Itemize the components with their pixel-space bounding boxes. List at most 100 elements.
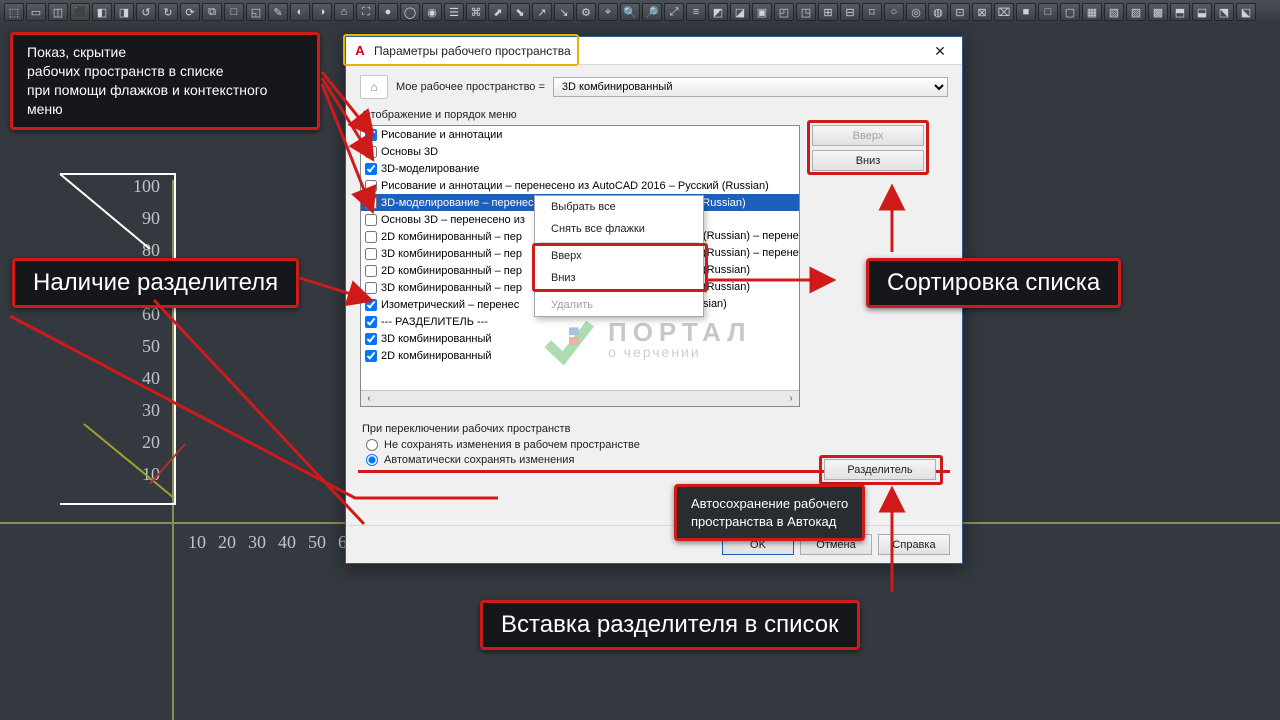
toolbar-button[interactable]: ⚙ — [576, 3, 596, 21]
toolbar-button[interactable]: ↻ — [158, 3, 178, 21]
workspace-checkbox[interactable] — [365, 265, 377, 277]
workspace-list-item[interactable]: 3D-моделирование — [361, 160, 799, 177]
callout-autosave: Автосохранение рабочего пространства в А… — [674, 484, 865, 541]
toolbar-button[interactable]: ◨ — [114, 3, 134, 21]
dialog-titlebar[interactable]: A Параметры рабочего пространства ✕ — [346, 37, 962, 65]
move-up-button[interactable]: Вверх — [812, 125, 924, 146]
toolbar-button[interactable]: ⌑ — [862, 3, 882, 21]
toolbar-button[interactable]: □ — [224, 3, 244, 21]
workspace-checkbox[interactable] — [365, 146, 377, 158]
y-axis-tick: 20 — [110, 432, 160, 453]
y-axis-tick: 50 — [110, 336, 160, 357]
toolbar-button[interactable]: ⬔ — [1214, 3, 1234, 21]
workspace-checkbox[interactable] — [365, 333, 377, 345]
toolbar-button[interactable]: ▧ — [1104, 3, 1124, 21]
toolbar-button[interactable]: ⌘ — [466, 3, 486, 21]
toolbar-button[interactable]: ⌂ — [334, 3, 354, 21]
workspace-list-item[interactable]: 2D комбинированный — [361, 347, 799, 364]
radio-no-save[interactable]: Не сохранять изменения в рабочем простра… — [366, 439, 948, 451]
toolbar-button[interactable]: ⬓ — [1192, 3, 1212, 21]
dialog-footer: OK Отмена Справка — [346, 525, 962, 563]
toolbar-button[interactable]: ◑ — [312, 3, 332, 21]
ctx-clear-all[interactable]: Снять все флажки — [535, 218, 703, 240]
list-item-overflow: (Russian) — [703, 279, 800, 296]
toolbar-button[interactable]: ⬒ — [1170, 3, 1190, 21]
toolbar-button[interactable]: ◩ — [708, 3, 728, 21]
toolbar-button[interactable]: ≡ — [686, 3, 706, 21]
workspace-checkbox[interactable] — [365, 282, 377, 294]
separator-button[interactable]: Разделитель — [824, 459, 936, 480]
workspace-list-item[interactable]: Основы 3D — [361, 143, 799, 160]
toolbar-button[interactable]: ⬛ — [70, 3, 90, 21]
toolbar-button[interactable]: ◰ — [774, 3, 794, 21]
workspace-checkbox[interactable] — [365, 180, 377, 192]
ctx-move-down[interactable]: Вниз — [535, 267, 703, 289]
toolbar-button[interactable]: ⌧ — [994, 3, 1014, 21]
toolbar-button[interactable]: ⬈ — [488, 3, 508, 21]
toolbar-button[interactable]: ⤢ — [664, 3, 684, 21]
toolbar-button[interactable]: ▩ — [1148, 3, 1168, 21]
workspace-checkbox[interactable] — [365, 350, 377, 362]
toolbar-button[interactable]: ▭ — [26, 3, 46, 21]
toolbar-button[interactable]: ◯ — [400, 3, 420, 21]
workspace-checkbox[interactable] — [365, 299, 377, 311]
my-workspace-select[interactable]: 3D комбинированный — [553, 77, 948, 97]
toolbar-button[interactable]: ⛶ — [356, 3, 376, 21]
workspace-checkbox[interactable] — [365, 248, 377, 260]
toolbar-button[interactable]: ◱ — [246, 3, 266, 21]
toolbar-button[interactable]: ⊞ — [818, 3, 838, 21]
toolbar-button[interactable]: ◐ — [290, 3, 310, 21]
toolbar-button[interactable]: ◫ — [48, 3, 68, 21]
toolbar-button[interactable]: ▨ — [1126, 3, 1146, 21]
x-axis-tick: 10 — [188, 532, 206, 553]
workspace-list-item[interactable]: 3D комбинированный — [361, 330, 799, 347]
toolbar-button[interactable]: 🔎 — [642, 3, 662, 21]
workspace-checkbox[interactable] — [365, 129, 377, 141]
toolbar-button[interactable]: ○ — [884, 3, 904, 21]
toolbar-button[interactable]: 🔍 — [620, 3, 640, 21]
toolbar-button[interactable]: ☰ — [444, 3, 464, 21]
toolbar-button[interactable]: ◧ — [92, 3, 112, 21]
workspace-checkbox[interactable] — [365, 214, 377, 226]
context-menu: Выбрать все Снять все флажки Вверх Вниз … — [534, 195, 704, 317]
workspace-checkbox[interactable] — [365, 197, 377, 209]
toolbar-button[interactable]: ⊡ — [950, 3, 970, 21]
toolbar-button[interactable]: ▦ — [1082, 3, 1102, 21]
toolbar-button[interactable]: ↘ — [554, 3, 574, 21]
toolbar-button[interactable]: ⬊ — [510, 3, 530, 21]
toolbar-button[interactable]: ⊠ — [972, 3, 992, 21]
move-down-button[interactable]: Вниз — [812, 150, 924, 171]
close-button[interactable]: ✕ — [922, 40, 958, 62]
x-axis-tick: 50 — [308, 532, 326, 553]
toolbar-button[interactable]: ↺ — [136, 3, 156, 21]
workspace-list-item[interactable]: Рисование и аннотации – перенесено из Au… — [361, 177, 799, 194]
toolbar-button[interactable]: ● — [378, 3, 398, 21]
workspace-checkbox[interactable] — [365, 231, 377, 243]
toolbar-button[interactable]: ◍ — [928, 3, 948, 21]
help-button[interactable]: Справка — [878, 534, 950, 555]
toolbar-button[interactable]: ↗ — [532, 3, 552, 21]
toolbar-button[interactable]: ◳ — [796, 3, 816, 21]
workspace-checkbox[interactable] — [365, 163, 377, 175]
toolbar-button[interactable]: ◪ — [730, 3, 750, 21]
workspace-list-item[interactable]: Рисование и аннотации — [361, 126, 799, 143]
toolbar-button[interactable]: ◎ — [906, 3, 926, 21]
ctx-move-up[interactable]: Вверх — [535, 245, 703, 267]
toolbar-button[interactable]: ✎ — [268, 3, 288, 21]
toolbar-button[interactable]: ⊟ — [840, 3, 860, 21]
toolbar-button[interactable]: ⬚ — [4, 3, 24, 21]
toolbar-button[interactable]: ⌖ — [598, 3, 618, 21]
home-icon: ⌂ — [360, 75, 388, 99]
toolbar-button[interactable]: ⬕ — [1236, 3, 1256, 21]
toolbar-button[interactable]: ▢ — [1060, 3, 1080, 21]
horizontal-scrollbar[interactable]: ‹› — [361, 390, 799, 406]
ctx-select-all[interactable]: Выбрать все — [535, 196, 703, 218]
toolbar-button[interactable]: ⧉ — [202, 3, 222, 21]
toolbar-button[interactable]: ⟳ — [180, 3, 200, 21]
ctx-delete[interactable]: Удалить — [535, 294, 703, 316]
workspace-checkbox[interactable] — [365, 316, 377, 328]
toolbar-button[interactable]: ▣ — [752, 3, 772, 21]
toolbar-button[interactable]: ■ — [1016, 3, 1036, 21]
toolbar-button[interactable]: □ — [1038, 3, 1058, 21]
toolbar-button[interactable]: ◉ — [422, 3, 442, 21]
